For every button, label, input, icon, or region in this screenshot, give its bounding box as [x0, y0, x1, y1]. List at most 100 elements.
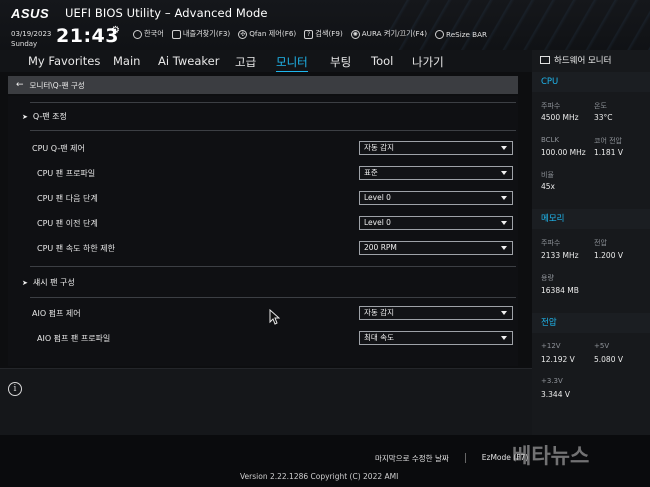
- info-icon: i: [8, 382, 22, 396]
- breadcrumb[interactable]: ← 모니터\Q-팬 구성: [8, 76, 518, 94]
- cpu-fan-speed-low-limit-select[interactable]: 200 RPM: [359, 241, 513, 255]
- version-text: Version 2.22.1286 Copyright (C) 2022 AMI: [240, 472, 399, 481]
- cpu-fan-speed-low-limit-label: CPU 팬 속도 하한 제한: [37, 244, 115, 253]
- tab-ai-tweaker[interactable]: Ai Tweaker: [158, 54, 219, 68]
- last-modified-button[interactable]: 마지막으로 수정한 날짜: [375, 453, 449, 464]
- cpu-fan-profile-select[interactable]: 표준: [359, 166, 513, 180]
- cpu-fan-profile-value: 표준: [364, 168, 378, 177]
- cpu-temp-label: 온도: [594, 102, 607, 110]
- hardware-monitor-title: 하드웨어 모니터: [554, 56, 612, 66]
- qfan-label: Qfan 제어(F6): [249, 29, 297, 38]
- date-display: 03/19/2023 Sunday: [11, 29, 51, 49]
- cpu-ratio-label: 비율: [541, 171, 554, 179]
- cpu-fan-speed-low-limit-value: 200 RPM: [364, 243, 397, 252]
- cpu-qfan-control-label: CPU Q-팬 제어: [32, 144, 85, 153]
- chevron-down-icon: [501, 146, 507, 150]
- v12-label: +12V: [541, 342, 561, 350]
- asus-logo: ASUS: [11, 6, 49, 20]
- mem-capacity-value: 16384 MB: [541, 286, 579, 295]
- expand-arrow-icon: ➤: [22, 113, 28, 121]
- date-text: 03/19/2023: [11, 30, 52, 38]
- svg-text:ASUS: ASUS: [11, 6, 49, 20]
- tab-tool[interactable]: Tool: [371, 54, 393, 68]
- day-text: Sunday: [11, 40, 38, 48]
- mem-volt-value: 1.200 V: [594, 251, 623, 260]
- language-button[interactable]: 한국어: [133, 29, 164, 39]
- mem-freq-value: 2133 MHz: [541, 251, 579, 260]
- tab-advanced[interactable]: 고급: [235, 54, 256, 70]
- cpu-qfan-control-select[interactable]: 자동 감지: [359, 141, 513, 155]
- mouse-cursor-icon: [269, 309, 280, 325]
- chevron-down-icon: [501, 171, 507, 175]
- chevron-down-icon: [501, 221, 507, 225]
- tab-boot[interactable]: 부팅: [330, 54, 351, 70]
- window-title: UEFI BIOS Utility – Advanced Mode: [65, 6, 268, 20]
- clock-settings-icon[interactable]: ⚙: [111, 25, 120, 36]
- section-qfan-tuning[interactable]: ➤ Q-팬 조정: [22, 111, 67, 122]
- bclk-value: 100.00 MHz: [541, 148, 586, 157]
- qfan-control-button[interactable]: ✣ Qfan 제어(F6): [238, 29, 296, 39]
- divider: [30, 130, 516, 131]
- aura-label: AURA 켜기/끄기(F4): [361, 29, 428, 38]
- hw-section-voltage: 전압: [532, 313, 650, 333]
- search-label: 검색(F9): [315, 29, 343, 38]
- language-label: 한국어: [144, 29, 164, 38]
- cpu-freq-label: 주파수: [541, 102, 561, 110]
- mem-freq-label: 주파수: [541, 239, 561, 247]
- footer-links: 마지막으로 수정한 날짜 EzMode (F7): [375, 453, 528, 464]
- divider: [30, 297, 516, 298]
- cpu-fan-step-up-value: Level 0: [364, 193, 391, 202]
- cpu-fan-step-down-value: Level 0: [364, 218, 391, 227]
- clock[interactable]: 21:43: [56, 25, 119, 47]
- v5-value: 5.080 V: [594, 355, 623, 364]
- main-nav: My Favorites Main Ai Tweaker 고급 모니터 부팅 T…: [0, 50, 532, 72]
- aio-pump-control-select[interactable]: 자동 감지: [359, 306, 513, 320]
- tab-exit[interactable]: 나가기: [412, 54, 444, 70]
- aio-pump-control-value: 자동 감지: [364, 308, 394, 317]
- chevron-down-icon: [501, 246, 507, 250]
- aio-pump-fan-profile-select[interactable]: 최대 속도: [359, 331, 513, 345]
- my-favorites-button[interactable]: 내즐겨찾기(F3): [171, 29, 231, 39]
- back-arrow-icon[interactable]: ←: [16, 80, 24, 90]
- hardware-monitor-panel: 하드웨어 모니터 CPU 주파수 온도 4500 MHz 33°C BCLK 코…: [532, 50, 650, 435]
- section-chassis-fan-label: 섀시 팬 구성: [32, 278, 75, 287]
- favorite-icon: [171, 29, 181, 39]
- section-chassis-fan[interactable]: ➤ 섀시 팬 구성: [22, 277, 75, 288]
- globe-icon: [133, 29, 142, 39]
- help-info-bar: i: [0, 368, 532, 435]
- vcore-label: 코어 전압: [594, 137, 622, 145]
- cpu-fan-step-down-select[interactable]: Level 0: [359, 216, 513, 230]
- search-button[interactable]: ? 검색(F9): [304, 29, 343, 39]
- hw-section-memory: 메모리: [532, 209, 650, 229]
- toolbar: 한국어 내즐겨찾기(F3) ✣ Qfan 제어(F6) ? 검색(F9) ✺ A…: [133, 29, 487, 39]
- aio-pump-control-label: AIO 펌프 제어: [32, 309, 81, 318]
- resize-bar-button[interactable]: ReSize BAR: [435, 29, 487, 39]
- chevron-down-icon: [501, 196, 507, 200]
- aura-toggle-button[interactable]: ✺ AURA 켜기/끄기(F4): [350, 29, 428, 39]
- cpu-temp-value: 33°C: [594, 113, 613, 122]
- divider: [30, 266, 516, 267]
- tab-monitor[interactable]: 모니터: [276, 54, 308, 72]
- cpu-fan-step-up-select[interactable]: Level 0: [359, 191, 513, 205]
- cpu-fan-step-up-label: CPU 팬 다음 단계: [37, 194, 98, 203]
- aura-icon: ✺: [350, 29, 360, 39]
- breadcrumb-path: 모니터\Q-팬 구성: [29, 80, 85, 90]
- monitor-icon: [540, 56, 550, 64]
- tab-my-favorites[interactable]: My Favorites: [28, 54, 100, 68]
- hw-section-cpu: CPU: [532, 72, 650, 92]
- v12-value: 12.192 V: [541, 355, 575, 364]
- tab-main[interactable]: Main: [113, 54, 140, 68]
- chevron-down-icon: [501, 311, 507, 315]
- bclk-label: BCLK: [541, 136, 560, 144]
- section-qfan-tuning-label: Q-팬 조정: [32, 112, 67, 121]
- mem-volt-label: 전압: [594, 239, 607, 247]
- footer-divider: [464, 453, 466, 463]
- search-icon: ?: [304, 29, 314, 39]
- favorites-label: 내즐겨찾기(F3): [182, 29, 231, 38]
- cpu-fan-profile-label: CPU 팬 프로파일: [37, 169, 96, 178]
- watermark-text: 베타뉴스: [512, 444, 590, 468]
- expand-arrow-icon: ➤: [22, 279, 28, 287]
- cpu-qfan-control-value: 자동 감지: [364, 143, 394, 152]
- cpu-ratio-value: 45x: [541, 182, 555, 191]
- v33-label: +3.3V: [541, 377, 563, 385]
